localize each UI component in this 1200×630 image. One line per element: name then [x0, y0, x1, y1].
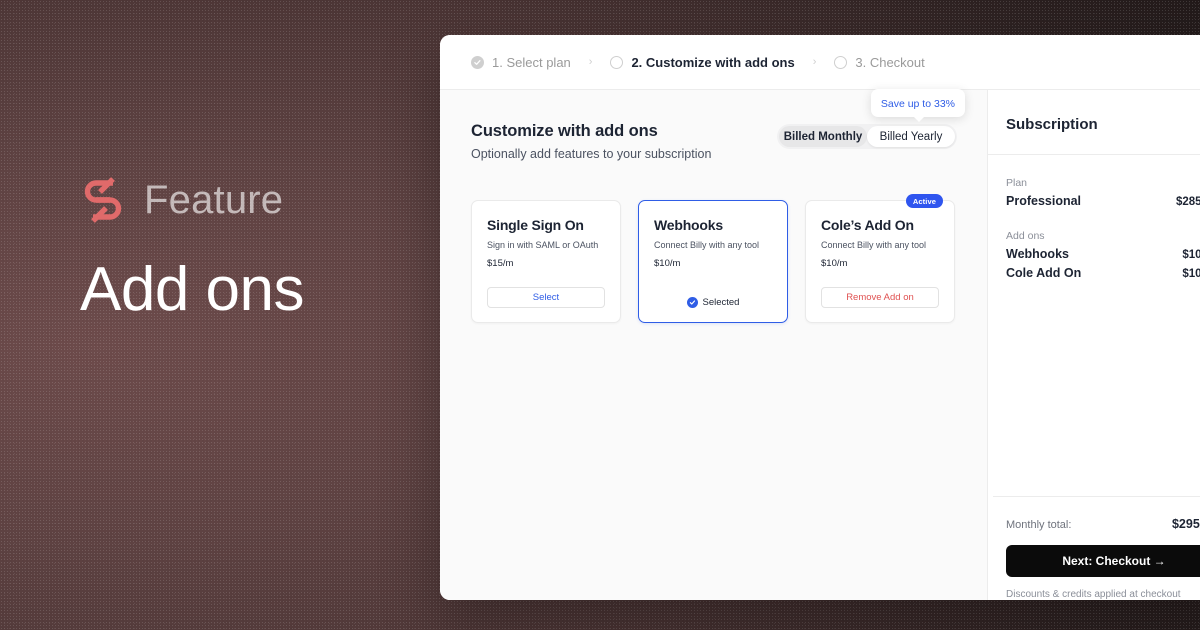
brand-wordmark: Feature [144, 178, 284, 222]
plan-name: Professional [1006, 194, 1082, 208]
brand-headline: Add ons [80, 255, 305, 324]
addon-price: $10/mo [1182, 249, 1200, 261]
addon-card-title: Cole’s Add On [821, 217, 914, 233]
page-title: Customize with add ons [471, 122, 658, 140]
sidebar-footer: Monthly total: $295/mo Next: Checkout → … [993, 496, 1200, 600]
addon-card-title: Single Sign On [487, 217, 584, 233]
addon-selected-label: Selected [702, 297, 740, 308]
brand-lockup: Feature [80, 175, 440, 225]
brand-panel: Feature Add ons [80, 175, 440, 322]
addon-name: Cole Add On [1006, 266, 1082, 280]
main-header-text: Customize with add ons Optionally add fe… [471, 122, 711, 161]
main-header: Customize with add ons Optionally add fe… [471, 89, 965, 161]
step-label: 2. Customize with add ons [631, 54, 795, 70]
checkout-footnote: Discounts & credits applied at checkout [1006, 589, 1181, 600]
check-circle-filled-icon [686, 297, 698, 308]
sidebar-title: Subscription [1006, 116, 1098, 133]
toggle-option-billed-yearly[interactable]: Billed Yearly [867, 126, 955, 147]
addon-card-list: Single Sign On Sign in with SAML or OAut… [471, 194, 957, 323]
toggle-option-billed-monthly[interactable]: Billed Monthly [779, 126, 867, 147]
step-separator-icon: › [588, 56, 593, 68]
subscription-summary-sidebar: Subscription Plan Professional $285/mo A… [987, 90, 1200, 600]
circle-icon [610, 55, 624, 69]
billing-period-toggle[interactable]: Billed Monthly Billed Yearly [777, 124, 957, 149]
step-checkout[interactable]: 3. Checkout [834, 54, 925, 70]
status-badge-active: Active [905, 194, 943, 208]
page-subtitle: Optionally add features to your subscrip… [471, 147, 712, 161]
addon-card-title: Webhooks [654, 217, 723, 233]
addons-group-label: Add ons [1006, 230, 1045, 242]
step-separator-icon: › [812, 56, 817, 68]
addon-card-description: Connect Billy with any tool [654, 240, 760, 250]
next-checkout-button[interactable]: Next: Checkout → [1006, 545, 1200, 577]
sidebar-items: Plan Professional $285/mo Add ons Webhoo… [1001, 155, 1200, 496]
addon-card-single-sign-on[interactable]: Single Sign On Sign in with SAML or OAut… [471, 200, 621, 323]
select-addon-button[interactable]: Select [487, 287, 605, 308]
step-label: 1. Select plan [492, 54, 571, 70]
addon-card-price: $10/m [654, 258, 681, 269]
monthly-total-row: Monthly total: $295/mo [1006, 517, 1200, 531]
step-customize-add-ons[interactable]: 2. Customize with add ons [610, 54, 795, 70]
billing-toggle-wrap: Save up to 33% Billed Monthly Billed Yea… [777, 89, 965, 149]
addon-card-description: Connect Billy with any tool [821, 240, 927, 250]
monthly-total-label: Monthly total: [1006, 519, 1072, 531]
addon-selected-state[interactable]: Selected [639, 297, 787, 308]
plan-price: $285/mo [1175, 196, 1200, 208]
feature-s-logo-icon [80, 175, 126, 225]
summary-row-plan: Professional $285/mo [1006, 194, 1200, 208]
savings-tooltip: Save up to 33% [870, 89, 965, 122]
monthly-total-value: $295/mo [1171, 517, 1200, 531]
checkout-stepper: 1. Select plan › 2. Customize with add o… [440, 35, 1200, 90]
app-window: 1. Select plan › 2. Customize with add o… [440, 35, 1200, 600]
addon-name: Webhooks [1006, 247, 1069, 261]
remove-addon-button[interactable]: Remove Add on [821, 287, 939, 308]
addon-price: $10/mo [1182, 268, 1200, 280]
check-circle-icon [471, 55, 484, 69]
step-select-plan[interactable]: 1. Select plan [471, 55, 571, 70]
summary-row-addon: Cole Add On $10/mo [1006, 266, 1200, 280]
addon-card-price: $15/m [487, 258, 514, 269]
step-label: 3. Checkout [855, 54, 925, 70]
summary-row-addon: Webhooks $10/mo [1006, 247, 1200, 261]
add-ons-main-pane: Customize with add ons Optionally add fe… [440, 89, 987, 600]
plan-group-label: Plan [1006, 177, 1028, 189]
addon-card-coles-add-on[interactable]: Active Cole’s Add On Connect Billy with … [805, 194, 955, 323]
addon-card-webhooks[interactable]: Webhooks Connect Billy with any tool $10… [638, 200, 788, 323]
addon-card-price: $10/m [821, 258, 848, 269]
addon-card-description: Sign in with SAML or OAuth [487, 240, 599, 250]
sidebar-footer-divider [993, 496, 1200, 497]
app-body: Customize with add ons Optionally add fe… [440, 89, 1200, 600]
savings-tooltip-label: Save up to 33% [880, 98, 955, 110]
circle-icon [834, 55, 848, 69]
